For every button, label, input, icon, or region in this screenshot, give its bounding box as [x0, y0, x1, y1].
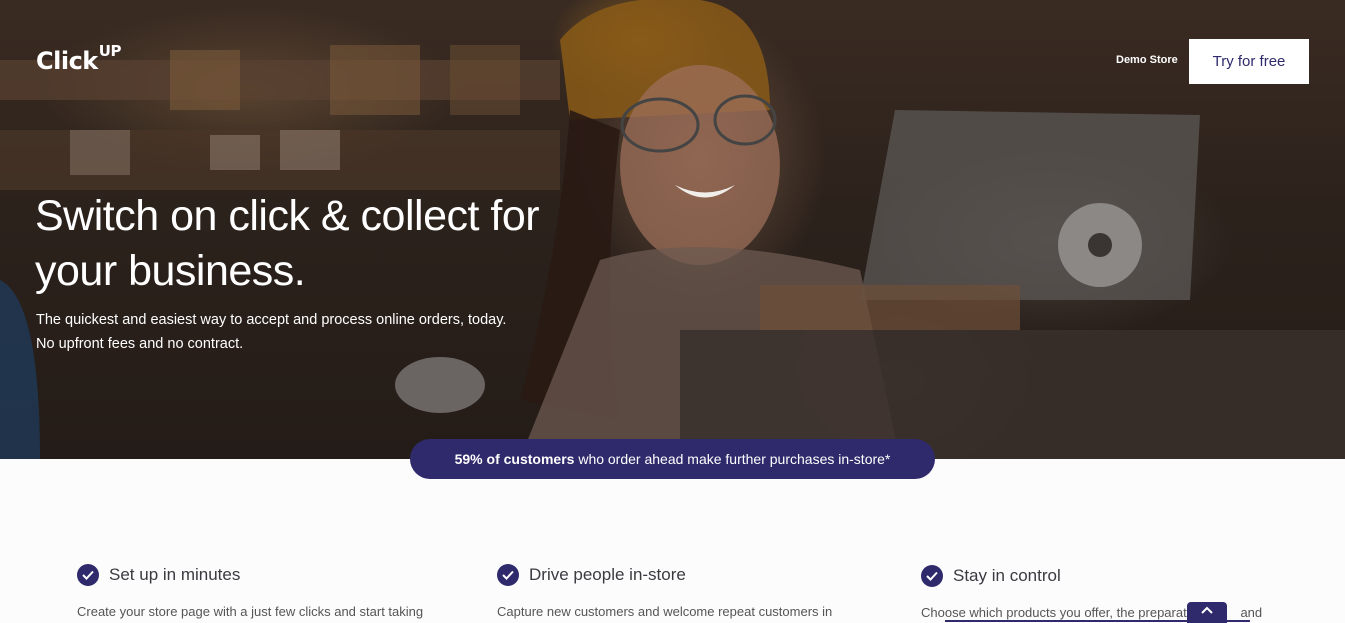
try-for-free-button[interactable]: Try for free — [1189, 39, 1309, 84]
hero-subtitle: The quickest and easiest way to accept a… — [36, 308, 556, 356]
stat-banner: 59% of customers who order ahead make fu… — [410, 439, 935, 479]
hero-section: ClickUP Demo Store Try for free Switch o… — [0, 0, 1345, 459]
feature-description: Create your store page with a just few c… — [77, 604, 424, 619]
check-circle-icon — [497, 564, 519, 586]
stat-highlight: 59% of customers — [454, 451, 575, 467]
feature-stay-in-control: Stay in control Choose which products yo… — [921, 565, 1301, 623]
feature-description-tail: and — [1240, 605, 1263, 620]
stat-text: who order ahead make further purchases i… — [574, 451, 891, 467]
feature-setup: Set up in minutes Create your store page… — [77, 564, 457, 622]
feature-heading: Drive people in-store — [497, 564, 877, 586]
check-circle-icon — [77, 564, 99, 586]
demo-store-link[interactable]: Demo Store — [1116, 54, 1178, 66]
feature-title: Stay in control — [953, 566, 1061, 585]
scroll-to-top-button[interactable] — [1187, 602, 1227, 623]
feature-heading: Set up in minutes — [77, 564, 457, 586]
feature-heading: Stay in control — [921, 565, 1301, 587]
hero-subtitle-line-1: The quickest and easiest way to accept a… — [36, 312, 507, 328]
hero-subtitle-line-2: No upfront fees and no contract. — [36, 336, 244, 352]
logo-text: Click — [36, 47, 98, 75]
check-circle-icon — [921, 565, 943, 587]
hero-title: Switch on click & collect for your busin… — [35, 192, 540, 295]
feature-title: Set up in minutes — [109, 565, 241, 584]
feature-title: Drive people in-store — [529, 565, 686, 584]
feature-drive-people: Drive people in-store Capture new custom… — [497, 564, 877, 622]
logo-superscript: UP — [98, 42, 122, 60]
feature-description-text: Choose which products you offer, the pre… — [921, 605, 1197, 620]
chevron-up-icon — [1201, 606, 1213, 614]
feature-description: Capture new customers and welcome repeat… — [497, 604, 833, 619]
clickup-logo[interactable]: ClickUP — [36, 42, 121, 75]
